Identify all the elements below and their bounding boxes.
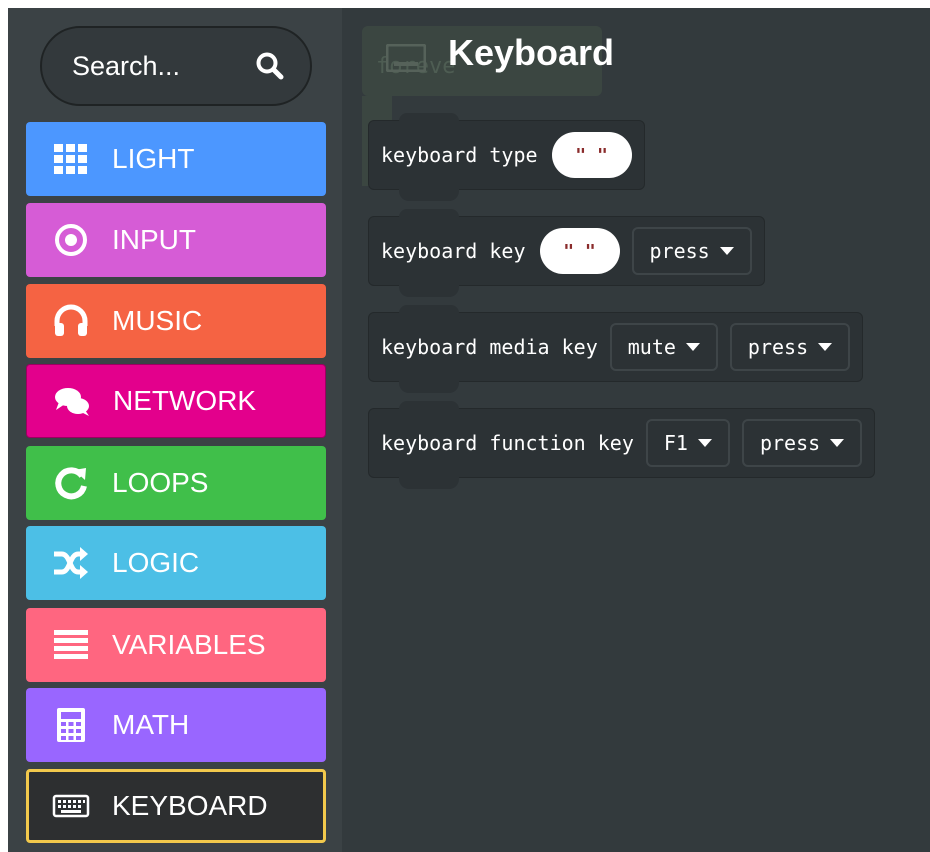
category-label: MUSIC <box>112 305 203 336</box>
block-keyboard-function-key[interactable]: keyboard function key F1 press <box>368 401 876 489</box>
category-label: LOOPS <box>112 467 209 498</box>
category-label: MATH <box>112 709 190 740</box>
list-icon <box>52 626 90 664</box>
category-label: INPUT <box>112 224 196 255</box>
block-keyboard-type[interactable]: keyboard type " " <box>368 113 645 201</box>
action-dropdown[interactable]: press <box>729 323 851 371</box>
category-label: KEYBOARD <box>112 790 268 821</box>
block-keyboard-media-key[interactable]: keyboard media key mute press <box>368 305 864 393</box>
category-loops[interactable]: LOOPS <box>26 446 326 520</box>
block-keyboard-key[interactable]: keyboard key " " press <box>368 209 765 297</box>
search-input[interactable]: Search... <box>72 51 180 82</box>
category-network[interactable]: NETWORK <box>26 364 326 438</box>
category-music[interactable]: MUSIC <box>26 284 326 358</box>
keyboard-icon <box>385 43 427 73</box>
toolbox: Search... LIGHT INPUT MUSIC NETWORK LOOP… <box>8 8 342 852</box>
block-label: keyboard media key <box>381 335 598 359</box>
search-icon[interactable] <box>254 50 286 82</box>
block-label: keyboard type <box>381 143 538 167</box>
category-keyboard[interactable]: KEYBOARD <box>26 769 326 843</box>
action-dropdown[interactable]: press <box>631 227 752 275</box>
category-label: LOGIC <box>112 547 200 578</box>
category-logic[interactable]: LOGIC <box>26 526 326 600</box>
caret-down-icon <box>818 343 833 351</box>
target-icon <box>52 221 90 259</box>
grid-icon <box>52 140 90 178</box>
string-input[interactable]: " " <box>539 228 620 274</box>
flyout-title: Keyboard <box>448 32 615 73</box>
refresh-icon <box>52 464 90 502</box>
category-input[interactable]: INPUT <box>26 203 326 277</box>
media-key-dropdown[interactable]: mute <box>609 323 718 371</box>
caret-down-icon <box>697 439 712 447</box>
caret-down-icon <box>685 343 700 351</box>
caret-down-icon <box>719 247 734 255</box>
block-label: keyboard function key <box>381 431 634 455</box>
category-variables[interactable]: VARIABLES <box>26 608 326 682</box>
block-label: keyboard key <box>381 239 526 263</box>
category-label: VARIABLES <box>112 629 266 660</box>
keyboard-icon <box>52 787 90 825</box>
calculator-icon <box>52 706 90 744</box>
block-flyout: foreve Keyboard keyboard type " " keyboa… <box>342 8 930 852</box>
search-box[interactable]: Search... <box>40 26 312 106</box>
action-dropdown[interactable]: press <box>741 419 863 467</box>
category-label: LIGHT <box>112 143 195 174</box>
string-input[interactable]: " " <box>551 132 632 178</box>
shuffle-icon <box>52 544 90 582</box>
caret-down-icon <box>830 439 845 447</box>
function-key-dropdown[interactable]: F1 <box>645 419 730 467</box>
headphones-icon <box>52 302 90 340</box>
chat-icon <box>53 382 91 420</box>
category-label: NETWORK <box>113 385 257 416</box>
category-light[interactable]: LIGHT <box>26 122 326 196</box>
category-math[interactable]: MATH <box>26 688 326 762</box>
